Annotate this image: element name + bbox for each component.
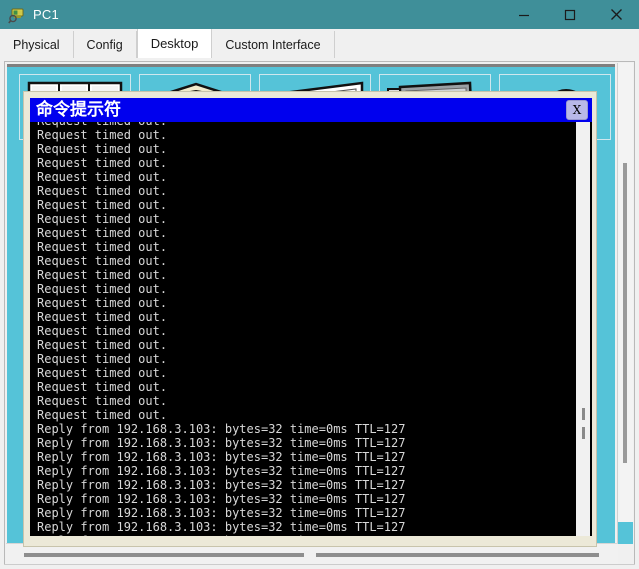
desktop-vertical-scrollbar-thumb[interactable] [623, 163, 627, 463]
console-line: Request timed out. [37, 142, 168, 156]
console-line: Reply from 192.168.3.103: bytes=32 time=… [37, 464, 406, 478]
console-line: Reply from 192.168.3.103: bytes=32 time=… [37, 478, 406, 492]
console-line: Request timed out. [37, 394, 168, 408]
console-line: Request timed out. [37, 184, 168, 198]
console-line: Reply from 192.168.3.103: bytes=32 time=… [37, 506, 406, 520]
console-line: Reply from 192.168.3.103: bytes=32 time=… [37, 534, 572, 536]
desktop-vertical-scrollbar[interactable] [617, 63, 633, 544]
tab-desktop[interactable]: Desktop [136, 29, 213, 58]
desktop-horizontal-scrollbar-thumb-left[interactable] [24, 553, 304, 557]
maximize-button[interactable] [547, 0, 593, 29]
console-line: Reply from 192.168.3.103: bytes=32 time=… [37, 450, 406, 464]
console-line: Request timed out. [37, 352, 168, 366]
console-line: Request timed out. [37, 380, 168, 394]
console-line: Reply from 192.168.3.103: bytes=32 time=… [37, 436, 406, 450]
console-scrollbar[interactable] [576, 122, 590, 536]
console-line: Request timed out. [37, 310, 168, 324]
command-prompt-window: 命令提示符 X Request timed out. Request timed … [23, 91, 597, 547]
desktop-scrollbar-corner [618, 522, 633, 544]
console-line: Request timed out. [37, 268, 168, 282]
console-line: Request timed out. [37, 296, 168, 310]
tab-physical[interactable]: Physical [0, 31, 74, 58]
console-line: Reply from 192.168.3.103: bytes=32 time=… [37, 422, 406, 436]
console-line: Request timed out. [37, 170, 168, 184]
maximize-icon [564, 9, 576, 20]
console-line: Request timed out. [37, 128, 168, 142]
desktop-top-divider [7, 64, 615, 67]
window-titlebar: PC1 [0, 0, 639, 29]
console-line: Request timed out. [37, 240, 168, 254]
console-line: Request timed out. [37, 198, 168, 212]
console-output: Request timed out. Request timed out. Requ… [37, 122, 572, 536]
tab-config[interactable]: Config [73, 31, 137, 58]
console-line: Request timed out. [37, 282, 168, 296]
close-icon: X [572, 103, 582, 117]
status-strip [4, 564, 635, 569]
command-prompt-close-button[interactable]: X [566, 100, 588, 120]
console-line: Request timed out. [37, 226, 168, 240]
desktop-horizontal-scrollbar-thumb-right[interactable] [316, 553, 599, 557]
command-prompt-titlebar: 命令提示符 X [30, 98, 592, 122]
console-line: Request timed out. [37, 366, 168, 380]
close-icon [610, 9, 622, 20]
console-line: Request timed out. [37, 254, 168, 268]
close-button[interactable] [593, 0, 639, 29]
desktop-frame: 命令提示符 X Request timed out. Request timed … [4, 61, 635, 566]
window-title: PC1 [33, 7, 59, 22]
pc-device-icon [8, 6, 26, 24]
console-line: Request timed out. [37, 156, 168, 170]
console-scrollbar-thumb-upper[interactable] [582, 408, 585, 420]
command-prompt-console[interactable]: Request timed out. Request timed out. Requ… [30, 122, 592, 536]
console-line: Request timed out. [37, 408, 168, 422]
console-line: Request timed out. [37, 338, 168, 352]
console-line: Reply from 192.168.3.103: bytes=32 time=… [37, 492, 406, 506]
desktop-content-pane: 命令提示符 X Request timed out. Request timed … [0, 58, 639, 569]
console-line: Request timed out. [37, 324, 168, 338]
console-line: Request timed out. [37, 212, 168, 226]
tab-custom-interface[interactable]: Custom Interface [212, 31, 335, 58]
command-prompt-title: 命令提示符 [36, 99, 121, 120]
minimize-icon [519, 14, 529, 16]
tab-bar: Physical Config Desktop Custom Interface [0, 29, 639, 58]
pc-device-window: PC1 Physical Config Desktop Custom Inter… [0, 0, 639, 569]
minimize-button[interactable] [501, 0, 547, 29]
console-scrollbar-thumb-lower[interactable] [582, 427, 585, 439]
console-line: Reply from 192.168.3.103: bytes=32 time=… [37, 520, 406, 534]
